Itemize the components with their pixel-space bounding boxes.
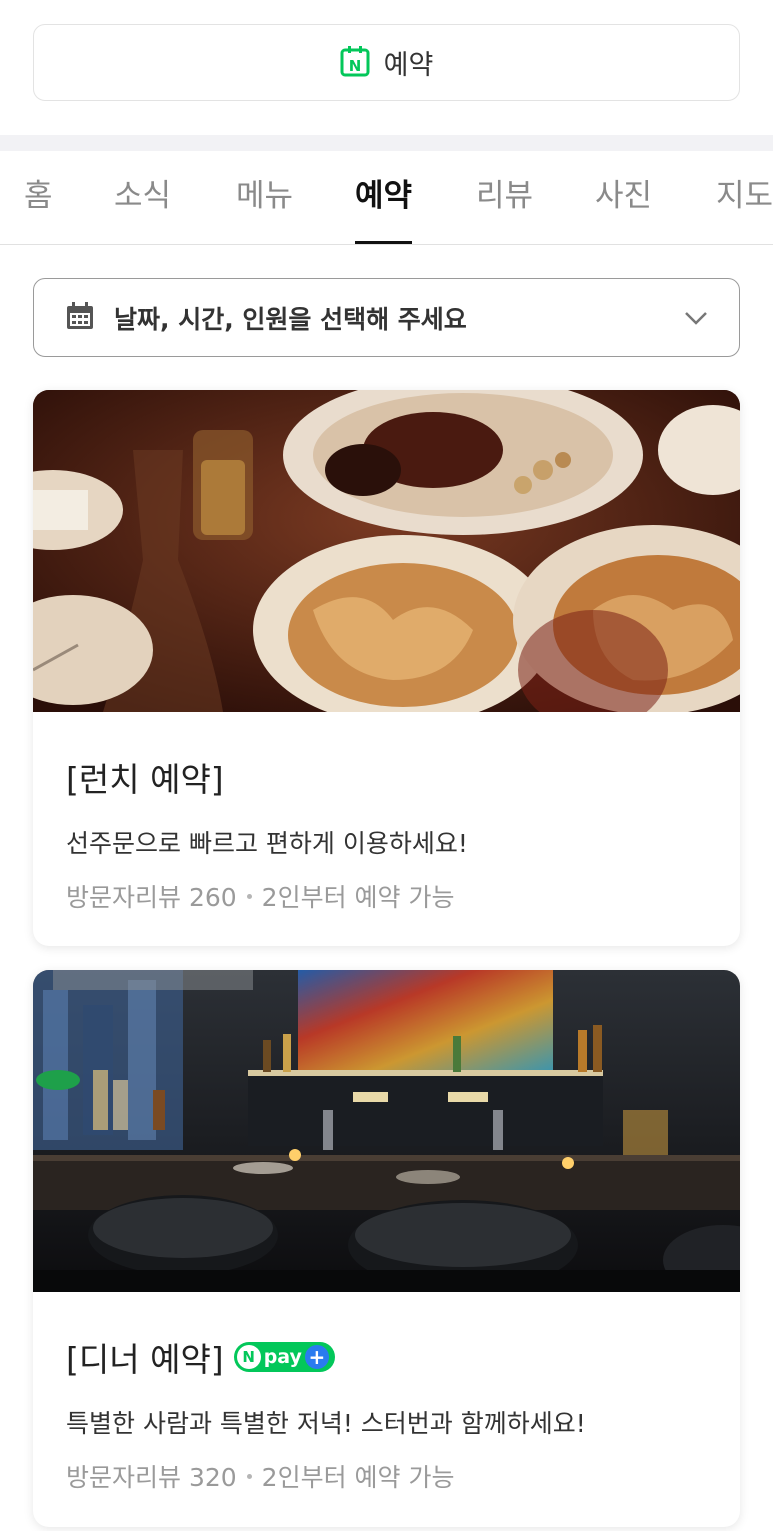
lunch-card-body: [런치 예약] 선주문으로 빠르고 편하게 이용하세요! 방문자리뷰 260 2… [33,754,740,914]
naver-n-icon: N [236,1345,261,1369]
dinner-card-meta: 방문자리뷰 320 2인부터 예약 가능 [66,1458,707,1494]
tab-home[interactable]: 홈 [24,151,53,244]
tab-map[interactable]: 지도 [716,151,773,244]
dinner-card-description: 특별한 사람과 특별한 저녁! 스터번과 함께하세요! [66,1409,586,1438]
svg-text:N: N [348,57,361,75]
tab-menu[interactable]: 메뉴 [236,151,293,244]
dinner-card-title: [디너 예약] N pay + [66,1334,707,1380]
lunch-capacity: 2인부터 예약 가능 [261,883,455,912]
tab-reservation[interactable]: 예약 [355,151,413,244]
dinner-bar-photo [33,970,740,1292]
top-area: N 예약 [0,0,773,135]
dinner-capacity: 2인부터 예약 가능 [261,1463,455,1492]
plus-icon: + [304,1345,329,1369]
dinner-card-body: [디너 예약] N pay + 특별한 사람과 특별한 저녁! 스터번과 함께하… [33,1334,740,1494]
tab-photos[interactable]: 사진 [595,151,652,244]
tab-reviews[interactable]: 리뷰 [476,151,533,244]
date-time-people-selector[interactable]: 날짜, 시간, 인원을 선택해 주세요 [33,278,740,357]
dinner-review-count: 방문자리뷰 320 [66,1463,237,1492]
calendar-icon [66,301,94,334]
lunch-reservation-card[interactable]: [런치 예약] 선주문으로 빠르고 편하게 이용하세요! 방문자리뷰 260 2… [33,390,740,946]
lunch-card-title: [런치 예약] [66,754,707,800]
lunch-title-text: [런치 예약] [66,760,224,799]
npay-plus-badge: N pay + [233,1342,335,1372]
meta-separator-dot [246,1473,252,1479]
npay-badge-text: pay [263,1346,302,1368]
section-divider [0,135,773,151]
lunch-card-meta: 방문자리뷰 260 2인부터 예약 가능 [66,878,707,914]
dinner-reservation-card[interactable]: [디너 예약] N pay + 특별한 사람과 특별한 저녁! 스터번과 함께하… [33,970,740,1527]
meta-separator-dot [246,893,252,899]
lunch-food-photo [33,390,740,712]
tab-bar: 홈 소식 메뉴 예약 리뷰 사진 지도 [0,151,773,245]
dinner-title-text: [디너 예약] [66,1340,224,1379]
tab-news[interactable]: 소식 [114,151,171,244]
chevron-down-icon [683,305,709,335]
lunch-review-count: 방문자리뷰 260 [66,883,237,912]
reserve-button-label: 예약 [383,50,434,81]
reserve-button[interactable]: N 예약 [33,24,740,101]
naver-calendar-icon: N [340,45,370,81]
lunch-card-description: 선주문으로 빠르고 편하게 이용하세요! [66,829,468,858]
date-selector-placeholder: 날짜, 시간, 인원을 선택해 주세요 [114,304,467,334]
